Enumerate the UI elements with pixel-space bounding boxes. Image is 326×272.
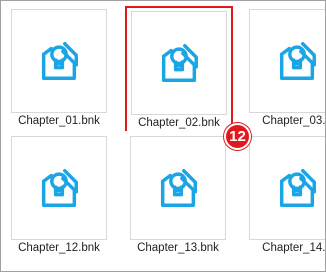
file-thumbnail (11, 9, 107, 113)
file-name: Chapter_03.b (262, 115, 326, 127)
file-thumbnail (249, 9, 325, 113)
bank-file-icon (274, 38, 320, 84)
file-tile-selected[interactable]: Chapter_02.bnk (125, 6, 233, 133)
file-name: Chapter_12.bnk (18, 242, 100, 254)
bank-file-icon (274, 165, 320, 211)
bank-file-icon (155, 165, 201, 211)
file-thumbnail (130, 136, 226, 240)
step-number-badge: 12 (224, 123, 251, 150)
file-grid: Chapter_01.bnk Chapter_02.bnk Chapter_03… (0, 0, 326, 272)
bank-file-icon (36, 165, 82, 211)
file-tile[interactable]: Chapter_12.bnk (5, 131, 113, 258)
file-tile[interactable]: Chapter_01.bnk (5, 4, 113, 131)
file-name: Chapter_01.bnk (18, 115, 100, 127)
file-thumbnail (131, 11, 227, 115)
file-thumbnail (11, 136, 107, 240)
file-tile[interactable]: Chapter_03.b (243, 4, 326, 131)
file-name: Chapter_13.bnk (137, 242, 219, 254)
bank-file-icon (156, 40, 202, 86)
file-tile[interactable]: Chapter_14.b (243, 131, 326, 258)
file-name: Chapter_14.b (262, 242, 326, 254)
bank-file-icon (36, 38, 82, 84)
file-name: Chapter_02.bnk (138, 117, 220, 129)
file-tile[interactable]: Chapter_13.bnk (124, 131, 232, 258)
file-thumbnail (249, 136, 325, 240)
